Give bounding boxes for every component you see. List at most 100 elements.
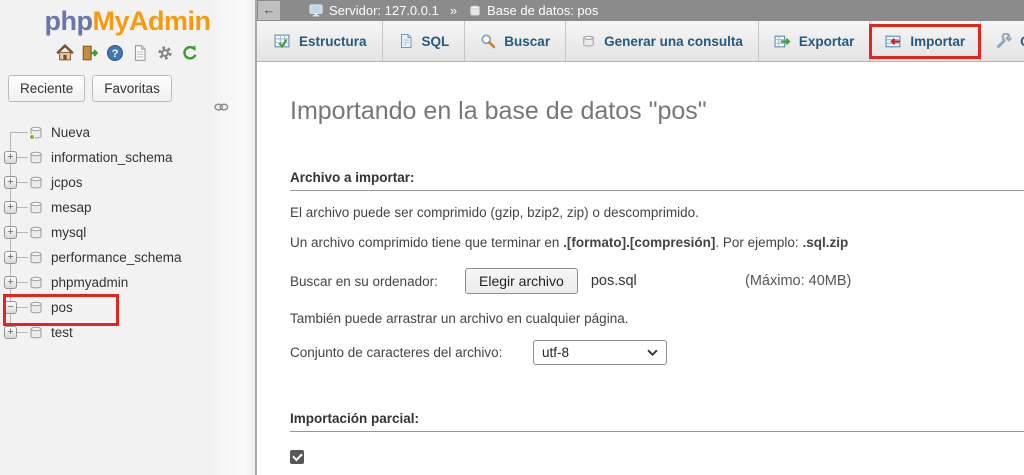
back-button[interactable]: ← (257, 0, 281, 21)
logo-php: php (45, 6, 93, 36)
expand-icon[interactable]: + (4, 176, 17, 189)
recent-button[interactable]: Reciente (8, 75, 85, 102)
tree-item-label[interactable]: mesap (51, 200, 92, 215)
reload-icon[interactable] (181, 44, 199, 62)
charset-row: Conjunto de caracteres del archivo: utf-… (290, 340, 1024, 365)
tab-label: Estructura (299, 34, 367, 49)
structure-icon (274, 33, 291, 50)
help-icon[interactable]: ? (106, 44, 124, 62)
favorites-button[interactable]: Favoritas (92, 75, 172, 102)
sql-page-icon (398, 33, 414, 49)
tab-importar[interactable]: Importar (870, 21, 981, 61)
tree-item-information-schema[interactable]: + information_schema (0, 145, 255, 170)
charset-selected-value: utf-8 (542, 345, 647, 360)
logo-myadmin: MyAdmin (92, 6, 210, 36)
database-icon (28, 150, 44, 166)
tree-item-jcpos[interactable]: + jcpos (0, 170, 255, 195)
tree-item-mesap[interactable]: + mesap (0, 195, 255, 220)
choose-file-button[interactable]: Elegir archivo (465, 268, 578, 294)
tree-item-label[interactable]: Nueva (51, 125, 90, 140)
tab-label: Importar (910, 34, 965, 49)
query-database-icon (581, 34, 596, 49)
expand-icon[interactable]: + (4, 276, 17, 289)
charset-select[interactable]: utf-8 (533, 340, 667, 365)
server-icon (309, 4, 324, 17)
tree-item-label[interactable]: mysql (51, 225, 86, 240)
tree-item-label[interactable]: performance_schema (51, 250, 182, 265)
expand-icon[interactable]: + (4, 201, 17, 214)
allow-interrupt-checkbox[interactable] (290, 450, 304, 464)
drag-drop-hint: También puede arrastrar un archivo en cu… (290, 311, 1024, 326)
page-title: Importando en la base de datos "pos" (290, 97, 1024, 126)
tree-item-mysql[interactable]: + mysql (0, 220, 255, 245)
settings-icon[interactable] (156, 44, 174, 62)
tab-label: SQL (422, 34, 450, 49)
home-icon[interactable] (56, 44, 74, 62)
selected-file-name: pos.sql (591, 273, 637, 289)
filename-format-hint: Un archivo comprimido tiene que terminar… (290, 232, 1024, 253)
browse-label: Buscar en su ordenador: (290, 274, 465, 289)
database-tree: Nueva + information_schema + jcpos + mes… (0, 120, 255, 345)
file-upload-row: Buscar en su ordenador: Elegir archivo p… (290, 268, 1024, 294)
breadcrumb-database-link[interactable]: Base de datos: pos (487, 3, 598, 18)
docs-icon[interactable] (131, 44, 149, 62)
phpmyadmin-logo: phpMyAdmin (0, 0, 255, 37)
tab-label: Buscar (504, 34, 550, 49)
database-icon (468, 4, 482, 18)
breadcrumb-server-link[interactable]: Servidor: 127.0.0.1 (329, 3, 439, 18)
breadcrumb-bar: ← Servidor: 127.0.0.1 » Base de datos: p… (257, 0, 1024, 21)
expand-icon[interactable]: + (4, 251, 17, 264)
charset-label: Conjunto de caracteres del archivo: (290, 345, 533, 360)
tab-label: O (1020, 34, 1024, 49)
database-icon (28, 225, 44, 241)
wrench-icon (996, 33, 1012, 49)
navigation-sidebar: phpMyAdmin ? Reciente Favoritas Nueva + … (0, 0, 257, 475)
tree-item-nueva[interactable]: Nueva (0, 120, 255, 145)
svg-text:?: ? (112, 48, 119, 60)
partial-import-section-heading: Importación parcial: (290, 411, 1024, 432)
database-icon (28, 175, 44, 191)
breadcrumb-separator: » (450, 3, 457, 18)
expand-icon[interactable]: + (4, 151, 17, 164)
sidebar-quick-tabs: Reciente Favoritas (8, 75, 255, 102)
file-import-section-heading: Archivo a importar: (290, 170, 1024, 191)
database-tab-bar: Estructura SQL Buscar Generar una consul… (257, 21, 1024, 62)
expand-icon[interactable]: + (4, 226, 17, 239)
tree-item-pos[interactable]: − pos (0, 295, 255, 320)
breadcrumb: Servidor: 127.0.0.1 » Base de datos: pos (309, 3, 598, 18)
max-size-label: (Máximo: 40MB) (745, 273, 851, 289)
tab-label: Generar una consulta (604, 34, 743, 49)
expand-icon[interactable]: + (4, 326, 17, 339)
format-token: .[formato].[compresión] (563, 235, 715, 250)
collapse-icon[interactable]: − (4, 301, 17, 314)
tab-operaciones[interactable]: O (981, 21, 1024, 61)
tab-label: Exportar (799, 34, 855, 49)
tab-sql[interactable]: SQL (383, 21, 466, 61)
example-token: .sql.zip (802, 235, 848, 250)
link-icon[interactable] (214, 100, 229, 115)
tab-buscar[interactable]: Buscar (465, 21, 566, 61)
tree-item-label[interactable]: phpmyadmin (51, 275, 128, 290)
database-icon (28, 200, 44, 216)
new-database-icon (28, 125, 44, 141)
tree-item-test[interactable]: + test (0, 320, 255, 345)
chevron-down-icon (647, 349, 658, 356)
tab-estructura[interactable]: Estructura (259, 21, 383, 61)
tree-item-label[interactable]: information_schema (51, 150, 173, 165)
sidebar-icon-row: ? (0, 44, 255, 62)
database-icon (28, 300, 44, 316)
search-icon (480, 33, 496, 49)
import-page: Importando en la base de datos "pos" Arc… (259, 62, 1024, 475)
compression-hint: El archivo puede ser comprimido (gzip, b… (290, 202, 1024, 223)
tree-item-phpmyadmin[interactable]: + phpmyadmin (0, 270, 255, 295)
tree-item-label[interactable]: test (51, 325, 73, 340)
tree-item-label[interactable]: jcpos (51, 175, 83, 190)
tree-item-performance-schema[interactable]: + performance_schema (0, 245, 255, 270)
database-icon (28, 275, 44, 291)
database-icon (28, 250, 44, 266)
tab-generar-una-consulta[interactable]: Generar una consulta (566, 21, 759, 61)
tree-item-label[interactable]: pos (51, 300, 73, 315)
export-icon (774, 33, 791, 50)
logout-icon[interactable] (81, 44, 99, 62)
tab-exportar[interactable]: Exportar (759, 21, 871, 61)
